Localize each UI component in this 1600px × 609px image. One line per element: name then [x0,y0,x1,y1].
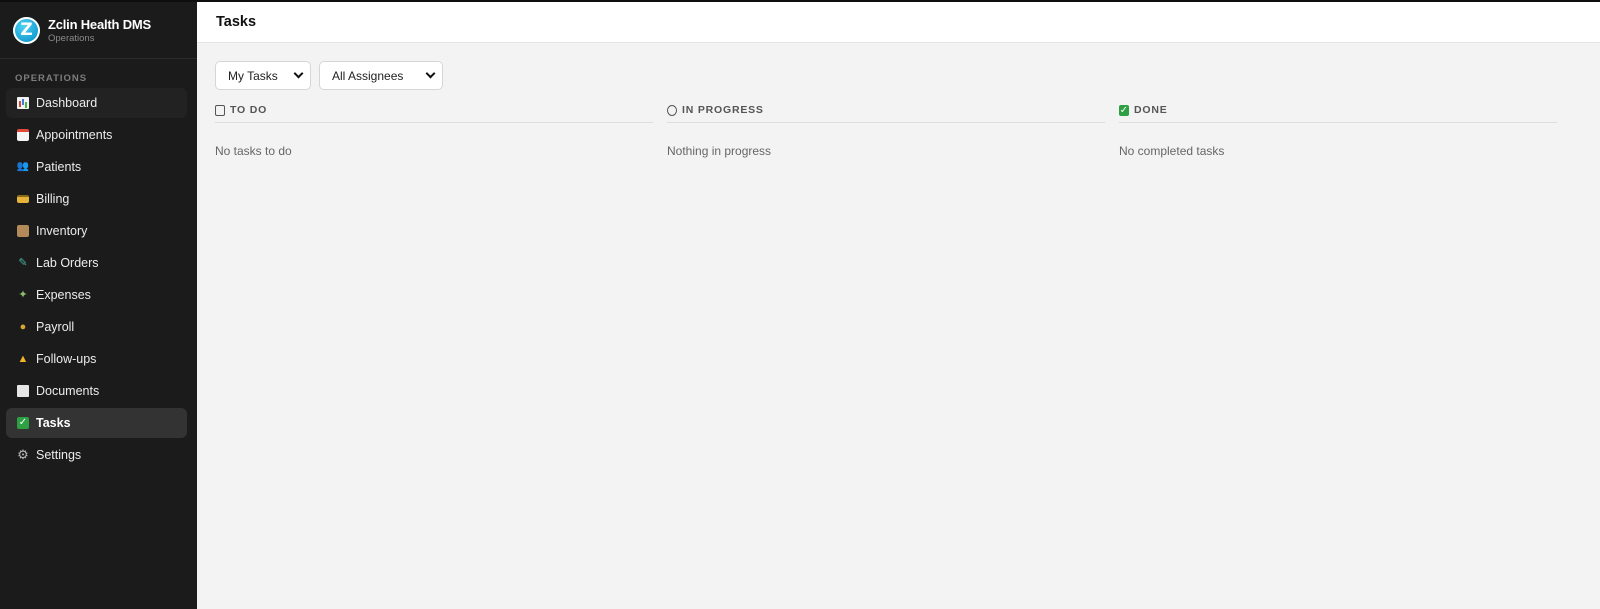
sidebar-item-expenses[interactable]: ✦ Expenses [6,280,187,310]
brand-text: Zclin Health DMS Operations [48,17,151,44]
document-icon [17,385,29,397]
test-tube-icon: ✎ [18,257,28,269]
sidebar-item-label: Documents [36,384,100,398]
app-logo-icon: Z [13,16,40,44]
money-bag-icon: ● [19,321,27,333]
empty-state-text: No tasks to do [215,144,292,158]
app-name: Zclin Health DMS [48,16,151,32]
sidebar-item-tasks[interactable]: ✓ Tasks [6,408,187,438]
column-header: TO DO [215,102,653,123]
sidebar-item-lab-orders[interactable]: ✎ Lab Orders [6,248,187,278]
brand: Z Zclin Health DMS Operations [0,2,197,59]
sidebar-item-patients[interactable]: 👥 Patients [6,152,187,182]
task-board: TO DO No tasks to do IN PROGRESS Nothing… [215,102,1600,158]
chevron-down-icon [425,68,436,79]
sidebar-item-inventory[interactable]: Inventory [6,216,187,246]
column-in-progress: IN PROGRESS Nothing in progress [667,102,1105,158]
sidebar-item-label: Tasks [36,416,71,430]
task-filters: My Tasks All Assignees [215,61,1600,90]
page-header: Tasks [197,2,1600,43]
gear-icon: ⚙ [17,447,29,462]
sidebar-item-settings[interactable]: ⚙ Settings [6,440,187,470]
sidebar-item-appointments[interactable]: Appointments [6,120,187,150]
empty-state-text: No completed tasks [1119,144,1225,158]
column-title: DONE [1134,104,1168,116]
column-title: IN PROGRESS [682,104,764,116]
calendar-icon [17,129,29,141]
column-done: ✓ DONE No completed tasks [1119,102,1557,158]
checkmark-icon: ✓ [1119,104,1129,116]
empty-state-text: Nothing in progress [667,144,772,158]
sidebar-item-label: Lab Orders [36,256,99,270]
assignee-select[interactable]: All Assignees [319,61,443,90]
chart-icon [17,97,29,109]
sidebar-item-label: Expenses [36,288,91,302]
sidebar-item-dashboard[interactable]: Dashboard [6,88,187,118]
logo-letter: Z [20,19,33,40]
sidebar-item-label: Patients [36,160,82,174]
sidebar-item-payroll[interactable]: ● Payroll [6,312,187,342]
bell-icon: ▲ [17,353,29,365]
clipboard-icon [215,104,225,116]
money-icon: ✦ [18,289,28,301]
main-content: Tasks My Tasks All Assignees TO DO No ta… [197,2,1600,609]
app-subtitle: Operations [48,32,95,44]
sidebar-item-label: Inventory [36,224,88,238]
sidebar: Z Zclin Health DMS Operations OPERATIONS… [0,2,197,609]
sidebar-section-label: OPERATIONS [15,73,88,84]
sidebar-nav: Dashboard Appointments 👥 Patients Billin… [0,88,197,470]
column-header: IN PROGRESS [667,102,1105,123]
sidebar-item-label: Payroll [36,320,75,334]
column-header: ✓ DONE [1119,102,1557,123]
sidebar-item-billing[interactable]: Billing [6,184,187,214]
task-scope-select[interactable]: My Tasks [215,61,311,90]
sidebar-item-label: Appointments [36,128,113,142]
progress-icon [667,104,677,116]
patients-icon: 👥 [16,161,30,172]
page-title: Tasks [216,14,257,30]
assignee-value: All Assignees [332,68,404,83]
box-icon [17,225,29,237]
task-scope-value: My Tasks [228,68,278,83]
sidebar-item-label: Billing [36,192,70,206]
sidebar-item-label: Dashboard [36,96,98,110]
sidebar-item-label: Follow-ups [36,352,97,366]
chevron-down-icon [293,68,304,79]
column-title: TO DO [230,104,268,116]
column-todo: TO DO No tasks to do [215,102,653,158]
sidebar-item-follow-ups[interactable]: ▲ Follow-ups [6,344,187,374]
checkmark-icon: ✓ [17,417,29,429]
sidebar-item-label: Settings [36,448,82,462]
credit-card-icon [17,195,29,203]
sidebar-item-documents[interactable]: Documents [6,376,187,406]
